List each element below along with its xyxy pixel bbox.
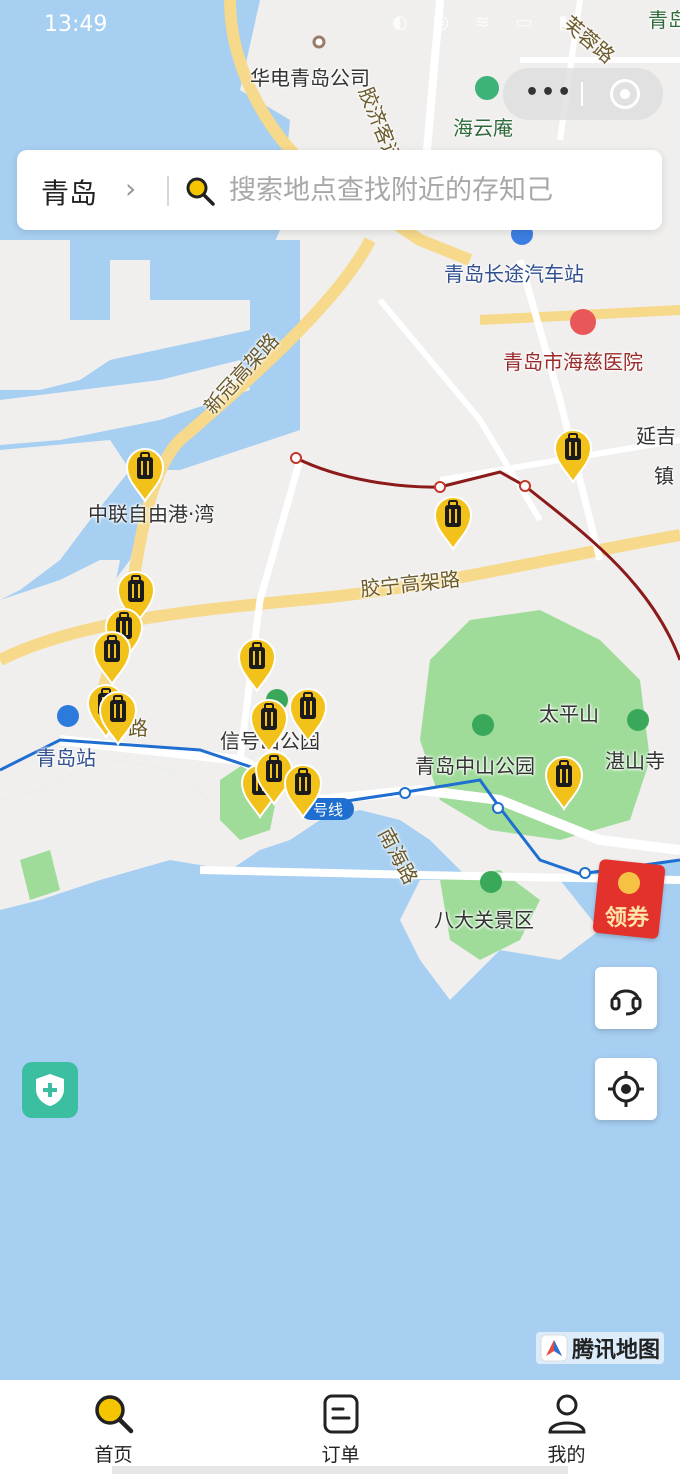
luggage-icon <box>553 429 593 484</box>
map-label-bus-station: 青岛长途汽车站 <box>444 262 584 286</box>
status-icons: ◐ ◎ ≋ ▭ ▮ <box>392 12 579 33</box>
safety-shield-button[interactable] <box>22 1062 78 1118</box>
luggage-storage-pin[interactable] <box>544 755 584 811</box>
bottom-tab-bar: 首页 订单 我的 <box>0 1380 680 1474</box>
tab-profile-label: 我的 <box>547 1444 586 1466</box>
luggage-icon <box>98 691 138 746</box>
headset-icon <box>610 989 642 1016</box>
tab-orders-label: 订单 <box>321 1444 360 1466</box>
luggage-storage-pin[interactable] <box>98 690 138 746</box>
capsule-divider <box>581 82 583 106</box>
search-icon <box>186 177 215 206</box>
more-menu-button[interactable]: ••• <box>525 80 573 105</box>
tab-profile[interactable]: 我的 <box>453 1380 680 1474</box>
map-label-zhen: 镇 <box>654 464 674 488</box>
home-indicator <box>112 1466 568 1474</box>
map-label-zhanshan: 湛山寺 <box>605 749 665 773</box>
tab-home[interactable]: 首页 <box>0 1380 227 1474</box>
locate-button[interactable] <box>595 1058 657 1120</box>
city-selector[interactable]: 青岛 <box>41 172 97 212</box>
luggage-storage-pin[interactable] <box>249 698 289 754</box>
close-miniapp-button[interactable] <box>610 79 640 109</box>
luggage-icon <box>125 448 165 503</box>
map-label-yanji: 延吉 <box>636 424 676 448</box>
order-icon <box>323 1394 358 1434</box>
status-time: 13:49 <box>44 12 108 37</box>
map-label-taipingshan: 太平山 <box>539 702 599 726</box>
miniapp-capsule: ••• <box>503 68 663 120</box>
tab-orders[interactable]: 订单 <box>227 1380 454 1474</box>
search-divider <box>167 176 169 206</box>
map-label-haiyun: 海云庵 <box>453 116 513 140</box>
luggage-icon <box>249 699 289 754</box>
map-label-huadian: 华电青岛公司 <box>250 66 370 90</box>
watermark-text: 腾讯地图 <box>572 1338 661 1363</box>
luggage-icon <box>288 688 328 743</box>
luggage-icon <box>237 638 277 693</box>
coupon-label: 领券 <box>605 906 650 931</box>
luggage-icon <box>544 756 584 811</box>
luggage-storage-pin[interactable] <box>237 637 277 693</box>
luggage-storage-pin[interactable] <box>283 763 323 819</box>
luggage-icon <box>433 496 473 551</box>
luggage-storage-pin[interactable] <box>553 428 593 484</box>
tencent-map-logo-icon <box>540 1334 568 1362</box>
tab-home-label: 首页 <box>94 1444 133 1466</box>
search-input[interactable] <box>229 168 649 212</box>
luggage-storage-pin[interactable] <box>125 447 165 503</box>
chevron-right-icon: › <box>125 172 137 205</box>
map-label-qingdao-station: 青岛站 <box>36 746 96 770</box>
status-bar: 13:49 ◐ ◎ ≋ ▭ ▮ <box>0 0 680 52</box>
customer-service-button[interactable] <box>595 967 657 1029</box>
locate-icon <box>608 1071 644 1107</box>
coupon-button[interactable]: 领券 <box>592 858 666 940</box>
luggage-storage-pin[interactable] <box>92 630 132 686</box>
map-label-hospital: 青岛市海慈医院 <box>503 350 643 374</box>
luggage-icon <box>92 631 132 686</box>
shield-plus-icon <box>36 1074 64 1106</box>
map-provider-watermark: 腾讯地图 <box>536 1332 665 1364</box>
coin-icon <box>618 872 640 894</box>
map-label-badaguan: 八大关景区 <box>434 908 534 932</box>
luggage-storage-pin[interactable] <box>288 687 328 743</box>
search-bar: 青岛 › <box>17 150 662 230</box>
search-icon <box>94 1395 133 1434</box>
luggage-storage-pin[interactable] <box>433 495 473 551</box>
user-icon <box>547 1394 586 1434</box>
map-label-zhongshan-park: 青岛中山公园 <box>415 754 535 778</box>
luggage-icon <box>283 764 323 819</box>
